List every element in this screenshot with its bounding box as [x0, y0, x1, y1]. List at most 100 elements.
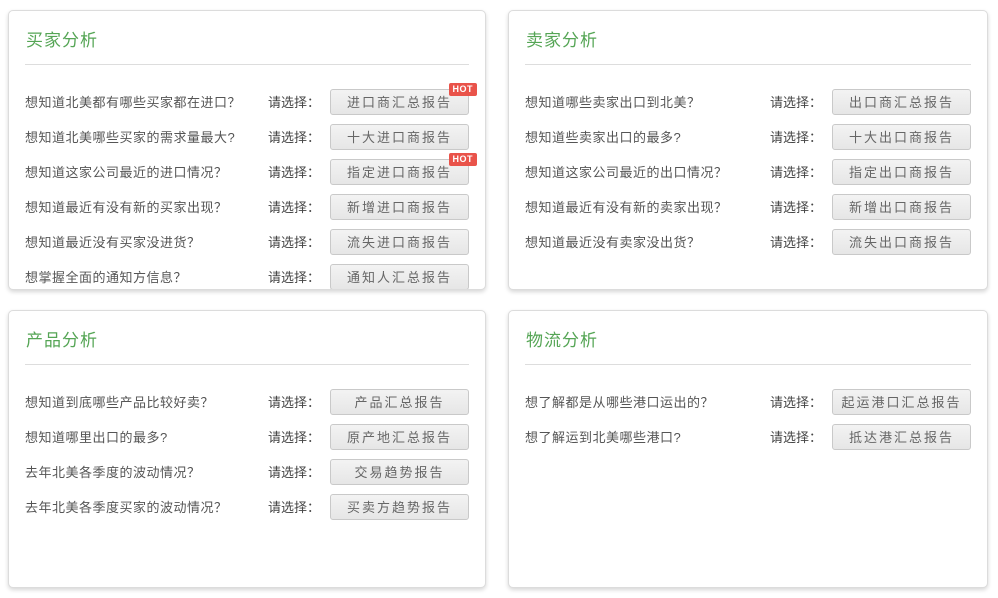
panel-divider [525, 364, 971, 365]
panel-divider [525, 64, 971, 65]
report-button-wrap: 起运港口汇总报告 [832, 389, 971, 415]
report-button-wrap: 通知人汇总报告 [330, 264, 469, 290]
question-text: 去年北美各季度买家的波动情况？ [25, 497, 268, 516]
hot-badge: HOT [449, 153, 478, 166]
report-row: 想了解运到北美哪些港口? 请选择： 抵达港汇总报告 [525, 419, 971, 454]
report-button[interactable]: 产品汇总报告 [330, 389, 469, 415]
report-button-wrap: 交易趋势报告 [330, 459, 469, 485]
report-row: 去年北美各季度买家的波动情况？ 请选择： 买卖方趋势报告 [25, 489, 469, 524]
report-button[interactable]: 流失出口商报告 [832, 229, 971, 255]
select-label: 请选择： [268, 92, 320, 111]
report-button-wrap: 原产地汇总报告 [330, 424, 469, 450]
panel-logistics-analysis: 物流分析 想了解都是从哪些港口运出的？ 请选择： 起运港口汇总报告 想了解运到北… [508, 310, 988, 588]
panel-divider [25, 64, 469, 65]
report-button[interactable]: 起运港口汇总报告 [832, 389, 971, 415]
analysis-grid: 买家分析 想知道北美都有哪些买家都在进口？ 请选择： 进口商汇总报告 HOT 想… [0, 0, 998, 598]
report-row: 想知道最近没有买家没进货？ 请选择： 流失进口商报告 [25, 224, 469, 259]
question-text: 想知道北美哪些买家的需求量最大? [25, 127, 268, 146]
report-row: 想知道最近有没有新的卖家出现？ 请选择： 新增出口商报告 [525, 189, 971, 224]
select-label: 请选择： [268, 197, 320, 216]
question-text: 想知道北美都有哪些买家都在进口？ [25, 92, 268, 111]
report-button[interactable]: 指定出口商报告 [832, 159, 971, 185]
question-text: 想知道最近有没有新的卖家出现？ [525, 197, 770, 216]
question-text: 想知道这家公司最近的进口情况？ [25, 162, 268, 181]
report-button[interactable]: 出口商汇总报告 [832, 89, 971, 115]
panel-divider [25, 364, 469, 365]
report-row: 想知道最近没有卖家没出货？ 请选择： 流失出口商报告 [525, 224, 971, 259]
report-button[interactable]: 新增进口商报告 [330, 194, 469, 220]
hot-badge: HOT [449, 83, 478, 96]
select-label: 请选择： [770, 127, 822, 146]
question-text: 想知道到底哪些产品比较好卖？ [25, 392, 268, 411]
report-button[interactable]: 新增出口商报告 [832, 194, 971, 220]
question-text: 想了解运到北美哪些港口? [525, 427, 770, 446]
report-button[interactable]: 通知人汇总报告 [330, 264, 469, 290]
question-text: 想掌握全面的通知方信息？ [25, 267, 268, 286]
report-button[interactable]: 交易趋势报告 [330, 459, 469, 485]
select-label: 请选择： [770, 427, 822, 446]
panel-title: 买家分析 [26, 26, 469, 51]
select-label: 请选择： [268, 232, 320, 251]
report-button[interactable]: 十大进口商报告 [330, 124, 469, 150]
report-row: 想知道哪些卖家出口到北美？ 请选择： 出口商汇总报告 [525, 84, 971, 119]
report-button-wrap: 指定进口商报告 HOT [330, 159, 469, 185]
panel-rows: 想知道到底哪些产品比较好卖？ 请选择： 产品汇总报告 想知道哪里出口的最多? 请… [25, 384, 469, 524]
select-label: 请选择： [268, 427, 320, 446]
select-label: 请选择： [770, 92, 822, 111]
report-row: 想知道些卖家出口的最多? 请选择： 十大出口商报告 [525, 119, 971, 154]
panel-rows: 想了解都是从哪些港口运出的？ 请选择： 起运港口汇总报告 想了解运到北美哪些港口… [525, 384, 971, 454]
report-row: 想知道这家公司最近的进口情况？ 请选择： 指定进口商报告 HOT [25, 154, 469, 189]
report-row: 想知道最近有没有新的买家出现？ 请选择： 新增进口商报告 [25, 189, 469, 224]
report-button-wrap: 新增出口商报告 [832, 194, 971, 220]
panel-product-analysis: 产品分析 想知道到底哪些产品比较好卖？ 请选择： 产品汇总报告 想知道哪里出口的… [8, 310, 486, 588]
report-row: 想知道这家公司最近的出口情况？ 请选择： 指定出口商报告 [525, 154, 971, 189]
report-button-wrap: 流失出口商报告 [832, 229, 971, 255]
panel-title: 卖家分析 [526, 26, 971, 51]
report-button-wrap: 进口商汇总报告 HOT [330, 89, 469, 115]
select-label: 请选择： [268, 162, 320, 181]
report-button-wrap: 十大进口商报告 [330, 124, 469, 150]
report-button-wrap: 产品汇总报告 [330, 389, 469, 415]
panel-rows: 想知道哪些卖家出口到北美？ 请选择： 出口商汇总报告 想知道些卖家出口的最多? … [525, 84, 971, 259]
question-text: 去年北美各季度的波动情况？ [25, 462, 268, 481]
select-label: 请选择： [268, 267, 320, 286]
question-text: 想知道这家公司最近的出口情况？ [525, 162, 770, 181]
select-label: 请选择： [770, 392, 822, 411]
select-label: 请选择： [268, 127, 320, 146]
question-text: 想知道哪里出口的最多? [25, 427, 268, 446]
question-text: 想知道最近没有买家没进货？ [25, 232, 268, 251]
report-row: 去年北美各季度的波动情况？ 请选择： 交易趋势报告 [25, 454, 469, 489]
question-text: 想知道些卖家出口的最多? [525, 127, 770, 146]
report-row: 想掌握全面的通知方信息？ 请选择： 通知人汇总报告 [25, 259, 469, 290]
report-button-wrap: 抵达港汇总报告 [832, 424, 971, 450]
select-label: 请选择： [770, 232, 822, 251]
panel-seller-analysis: 卖家分析 想知道哪些卖家出口到北美？ 请选择： 出口商汇总报告 想知道些卖家出口… [508, 10, 988, 290]
panel-buyer-analysis: 买家分析 想知道北美都有哪些买家都在进口？ 请选择： 进口商汇总报告 HOT 想… [8, 10, 486, 290]
report-row: 想知道到底哪些产品比较好卖？ 请选择： 产品汇总报告 [25, 384, 469, 419]
select-label: 请选择： [268, 497, 320, 516]
select-label: 请选择： [770, 162, 822, 181]
report-button[interactable]: 买卖方趋势报告 [330, 494, 469, 520]
question-text: 想知道最近没有卖家没出货？ [525, 232, 770, 251]
report-button-wrap: 买卖方趋势报告 [330, 494, 469, 520]
select-label: 请选择： [770, 197, 822, 216]
report-row: 想知道哪里出口的最多? 请选择： 原产地汇总报告 [25, 419, 469, 454]
panel-title: 物流分析 [526, 326, 971, 351]
select-label: 请选择： [268, 462, 320, 481]
report-button[interactable]: 十大出口商报告 [832, 124, 971, 150]
report-row: 想知道北美都有哪些买家都在进口？ 请选择： 进口商汇总报告 HOT [25, 84, 469, 119]
question-text: 想了解都是从哪些港口运出的？ [525, 392, 770, 411]
report-button[interactable]: 流失进口商报告 [330, 229, 469, 255]
report-button-wrap: 十大出口商报告 [832, 124, 971, 150]
report-button[interactable]: 原产地汇总报告 [330, 424, 469, 450]
report-button-wrap: 流失进口商报告 [330, 229, 469, 255]
panel-title: 产品分析 [26, 326, 469, 351]
report-row: 想了解都是从哪些港口运出的？ 请选择： 起运港口汇总报告 [525, 384, 971, 419]
report-button-wrap: 新增进口商报告 [330, 194, 469, 220]
report-button-wrap: 出口商汇总报告 [832, 89, 971, 115]
report-button[interactable]: 抵达港汇总报告 [832, 424, 971, 450]
report-button-wrap: 指定出口商报告 [832, 159, 971, 185]
panel-rows: 想知道北美都有哪些买家都在进口？ 请选择： 进口商汇总报告 HOT 想知道北美哪… [25, 84, 469, 290]
question-text: 想知道哪些卖家出口到北美？ [525, 92, 770, 111]
select-label: 请选择： [268, 392, 320, 411]
